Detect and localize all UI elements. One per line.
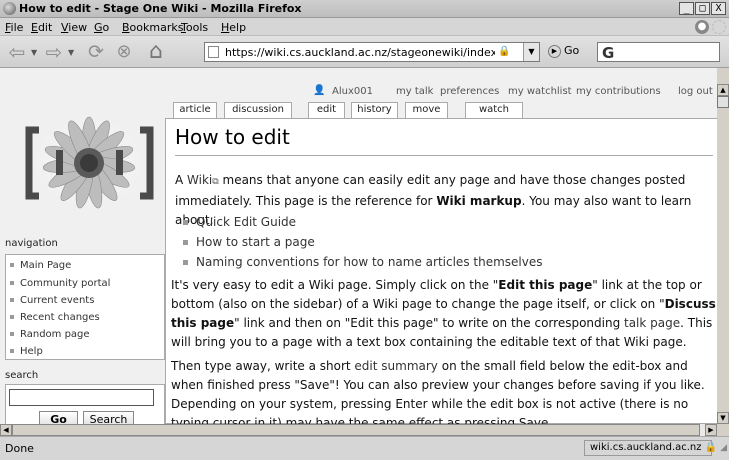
article-body: How to edit A Wiki⧉ means that anyone ca… [165, 118, 717, 424]
search-heading: search [5, 370, 39, 381]
lock-icon[interactable]: 🔒 [705, 442, 717, 453]
menu-bookmarks[interactable]: Bookmarks [122, 21, 183, 34]
menu-go[interactable]: Go [94, 21, 109, 34]
go-button[interactable]: ▶ Go [548, 44, 579, 58]
wiki-logo[interactable] [21, 108, 158, 218]
scroll-up-icon[interactable]: ▲ [717, 84, 729, 96]
my-talk-link[interactable]: my talk [396, 86, 433, 97]
tab-watch[interactable]: watch [465, 102, 523, 118]
close-button[interactable]: X [711, 2, 726, 15]
title-divider [175, 155, 713, 156]
window-title: How to edit - Stage One Wiki - Mozilla F… [19, 2, 302, 15]
scroll-down-icon[interactable]: ▼ [717, 412, 729, 424]
edit-summary-link[interactable]: edit summary [354, 359, 437, 373]
scroll-right-icon[interactable]: ▶ [705, 424, 717, 436]
forward-icon[interactable]: ⇨ [42, 40, 66, 64]
menu-file[interactable]: File [5, 21, 23, 34]
page-title: How to edit [175, 125, 290, 149]
editing-paragraph: It's very easy to edit a Wiki page. Simp… [171, 278, 716, 349]
navigation-toolbar: ⇦ ▼ ⇨ ▼ ⟳ ⊗ ⌂ https://wiki.cs.auckland.a… [0, 36, 729, 68]
nav-current-events[interactable]: Current events [10, 295, 94, 306]
scroll-left-icon[interactable]: ◀ [0, 424, 12, 436]
tab-discussion[interactable]: discussion [224, 102, 292, 118]
go-search-button[interactable]: Go [39, 411, 78, 424]
back-dropdown-icon[interactable]: ▼ [31, 48, 37, 57]
throbber-icon: ● [695, 20, 709, 34]
vertical-scroll-thumb[interactable] [717, 96, 729, 108]
user-link[interactable]: Alux001 [332, 86, 373, 97]
link-naming-conventions[interactable]: Naming conventions for how to name artic… [183, 255, 542, 269]
search-engine-box[interactable]: G [597, 42, 720, 62]
firefox-icon [3, 2, 16, 15]
status-host: wiki.cs.auckland.ac.nz 🔒 [584, 440, 717, 456]
activity-indicator-icon [712, 20, 726, 34]
maximize-button[interactable]: □ [695, 2, 710, 15]
go-arrow-icon: ▶ [548, 44, 561, 58]
search-button[interactable]: Search [83, 411, 134, 424]
preferences-link[interactable]: preferences [440, 86, 499, 97]
nav-main-page[interactable]: Main Page [10, 260, 71, 271]
nav-community-portal[interactable]: Community portal [10, 278, 110, 289]
url-dropdown-icon[interactable]: ▼ [523, 43, 539, 61]
horizontal-scroll-thumb[interactable] [12, 424, 700, 436]
menu-bar: File Edit View Go Bookmarks Tools Help ● [0, 18, 729, 36]
lock-icon: 🔒 [498, 46, 511, 57]
log-out-link[interactable]: log out [678, 86, 713, 97]
navigation-heading: navigation [5, 238, 58, 249]
horizontal-scrollbar[interactable]: ◀ ▶ [0, 424, 717, 436]
menu-tools[interactable]: Tools [181, 21, 208, 34]
nav-help[interactable]: Help [10, 346, 43, 357]
url-text[interactable]: https://wiki.cs.auckland.ac.nz/stageonew… [225, 46, 495, 59]
tab-move[interactable]: move [405, 102, 448, 118]
address-bar[interactable]: https://wiki.cs.auckland.ac.nz/stageonew… [204, 42, 540, 62]
reload-icon[interactable]: ⟳ [84, 40, 108, 64]
page-icon [208, 46, 219, 58]
nav-random-page[interactable]: Random page [10, 329, 90, 340]
menu-help[interactable]: Help [221, 21, 246, 34]
google-icon: G [602, 44, 615, 62]
search-input[interactable] [9, 389, 154, 406]
home-icon[interactable]: ⌂ [144, 40, 168, 64]
talk-page-link[interactable]: talk page [624, 316, 680, 330]
tab-edit[interactable]: edit [308, 102, 345, 118]
menu-edit[interactable]: Edit [31, 21, 52, 34]
stop-icon[interactable]: ⊗ [112, 40, 136, 64]
link-how-to-start-a-page[interactable]: How to start a page [183, 235, 315, 249]
window-controls: _ □ X [679, 2, 726, 15]
saving-paragraph: Then type away, write a short edit summa… [171, 359, 705, 424]
resize-grip-icon[interactable]: ◢ [720, 443, 727, 453]
nav-recent-changes[interactable]: Recent changes [10, 312, 100, 323]
my-contributions-link[interactable]: my contributions [576, 86, 661, 97]
link-quick-edit-guide[interactable]: Quick Edit Guide [183, 215, 296, 229]
page-content: 👤 Alux001 my talk preferences my watchli… [0, 68, 717, 424]
wiki-link[interactable]: Wiki [187, 173, 212, 187]
status-text: Done [5, 442, 34, 455]
go-label: Go [564, 44, 580, 57]
tab-article[interactable]: article [173, 102, 217, 119]
my-watchlist-link[interactable]: my watchlist [508, 86, 572, 97]
menu-view[interactable]: View [61, 21, 87, 34]
vertical-scrollbar[interactable]: ▲ ▼ [717, 84, 729, 424]
forward-dropdown-icon[interactable]: ▼ [68, 48, 74, 57]
scrollbar-corner [717, 424, 729, 436]
back-icon[interactable]: ⇦ [5, 40, 29, 64]
title-bar: How to edit - Stage One Wiki - Mozilla F… [0, 0, 729, 18]
user-icon: 👤 [313, 85, 326, 96]
tab-history[interactable]: history [351, 102, 398, 118]
minimize-button[interactable]: _ [679, 2, 694, 15]
status-bar: Done wiki.cs.auckland.ac.nz 🔒 ◢ [0, 436, 729, 460]
